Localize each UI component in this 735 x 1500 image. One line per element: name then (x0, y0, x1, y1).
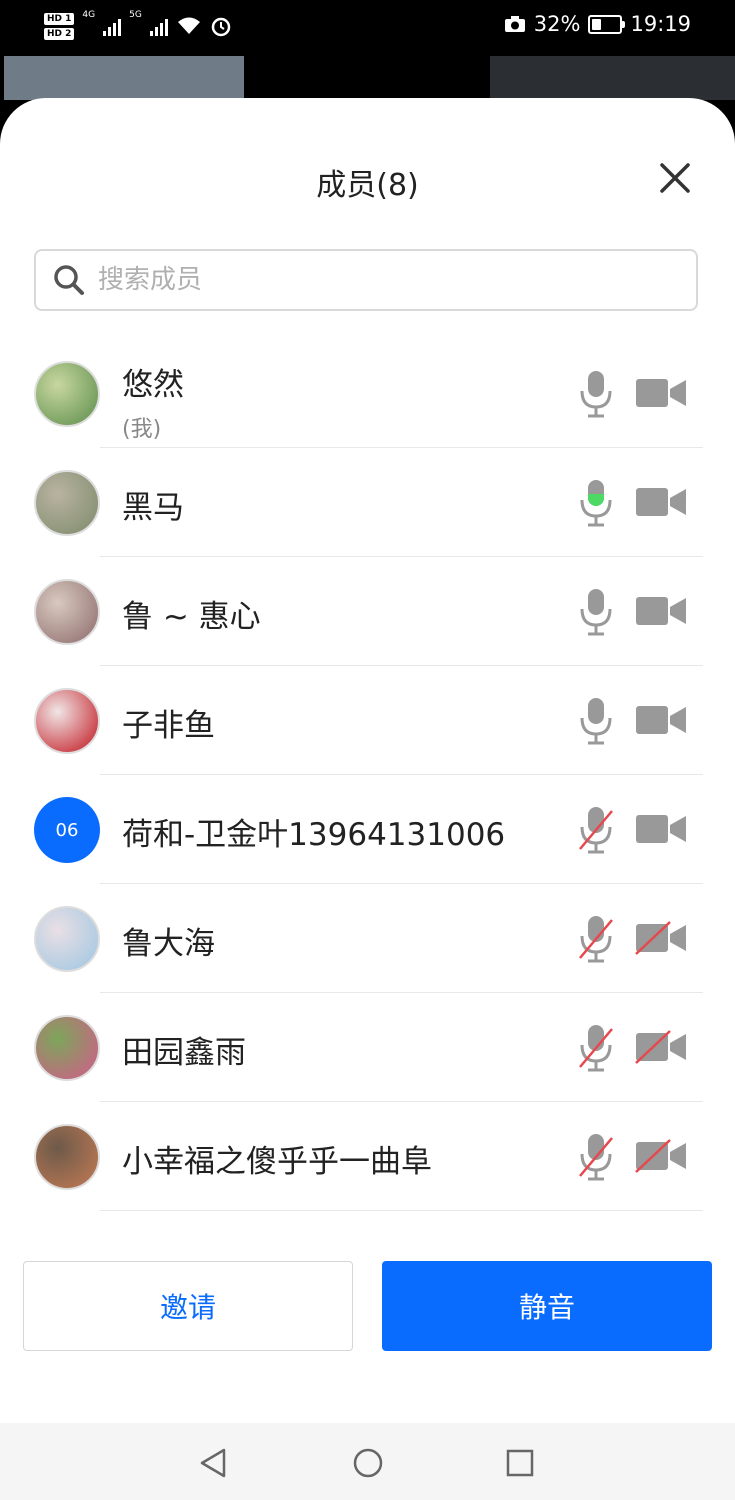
microphone-muted-icon[interactable] (576, 914, 616, 964)
avatar: 06 (34, 797, 100, 863)
video-camera-icon[interactable] (634, 484, 688, 520)
member-name: 黑马 (122, 490, 184, 526)
microphone-icon[interactable] (576, 478, 616, 528)
network-1-label: 4G (82, 10, 96, 20)
member-name: 田园鑫雨 (122, 1035, 246, 1071)
member-name: 鲁 ~ 惠心 (122, 599, 261, 635)
video-camera-off-icon[interactable] (634, 920, 688, 956)
signal-2-icon (149, 16, 168, 36)
back-triangle-icon[interactable] (196, 1445, 232, 1481)
wifi-icon (177, 17, 200, 34)
status-bar: HD 1 HD 2 4G 5G 32% 19:19 (0, 0, 735, 56)
mute-all-button[interactable]: 静音 (382, 1261, 712, 1351)
microphone-muted-icon[interactable] (576, 1132, 616, 1182)
video-camera-icon[interactable] (634, 702, 688, 738)
video-camera-off-icon[interactable] (634, 1138, 688, 1174)
member-name: 小幸福之傻乎乎一曲阜 (122, 1144, 432, 1180)
member-name: 子非鱼 (122, 708, 215, 744)
close-button[interactable] (655, 158, 695, 198)
member-row[interactable]: 小幸福之傻乎乎一曲阜 (0, 1102, 735, 1211)
self-label: (我) (122, 417, 162, 442)
status-right: 32% 19:19 (504, 10, 691, 38)
member-name: 荷和-卫金叶13964131006 (122, 817, 506, 853)
video-camera-off-icon[interactable] (634, 1029, 688, 1065)
hd-badges: HD 1 HD 2 (44, 12, 75, 40)
member-row[interactable]: 黑马 (0, 448, 735, 557)
avatar (34, 470, 100, 536)
home-circle-icon[interactable] (350, 1445, 386, 1481)
video-camera-icon[interactable] (634, 811, 688, 847)
signal-1-icon (103, 16, 122, 36)
background-video-right (490, 56, 735, 100)
video-camera-icon[interactable] (634, 593, 688, 629)
microphone-icon[interactable] (576, 587, 616, 637)
microphone-icon[interactable] (576, 696, 616, 746)
microphone-muted-icon[interactable] (576, 1023, 616, 1073)
video-camera-icon[interactable] (634, 375, 688, 411)
member-row[interactable]: 田园鑫雨 (0, 993, 735, 1102)
members-panel: 成员(8) 悠然 (我) 黑马鲁 ~ 惠心子非鱼 06 荷和-卫金叶1396413100… (0, 98, 735, 1423)
battery-fill (592, 18, 601, 30)
navigation-bar (0, 1423, 735, 1500)
avatar (34, 906, 100, 972)
battery-percent: 32% (533, 12, 581, 36)
avatar (34, 361, 100, 427)
hd1-badge: HD 1 (44, 12, 75, 25)
search-box[interactable] (34, 249, 698, 311)
battery-icon (588, 14, 626, 34)
member-list: 悠然 (我) 黑马鲁 ~ 惠心 子非鱼 06 荷和-卫金叶13964131006 鲁大海田园… (0, 339, 735, 1211)
avatar (34, 688, 100, 754)
network-2-label: 5G (129, 10, 142, 20)
invite-button[interactable]: 邀请 (23, 1261, 353, 1351)
panel-title: 成员(8) (316, 168, 419, 203)
close-icon (660, 163, 690, 193)
recent-square-icon[interactable] (502, 1445, 538, 1481)
member-row[interactable]: 悠然 (我) (0, 339, 735, 448)
alarm-icon (211, 17, 231, 37)
clock: 19:19 (630, 12, 691, 36)
member-name: 鲁大海 (122, 926, 215, 962)
background-video-left (4, 56, 244, 100)
microphone-muted-icon[interactable] (576, 805, 616, 855)
status-left: HD 1 HD 2 4G 5G (44, 6, 232, 46)
avatar (34, 1124, 100, 1190)
search-icon (54, 265, 84, 295)
member-name: 悠然 (122, 367, 184, 403)
avatar (34, 579, 100, 645)
microphone-icon[interactable] (576, 369, 616, 419)
member-row[interactable]: 06 荷和-卫金叶13964131006 (0, 775, 735, 884)
member-row[interactable]: 鲁大海 (0, 884, 735, 993)
camera-status-icon (504, 16, 525, 32)
member-row[interactable]: 子非鱼 (0, 666, 735, 775)
search-input[interactable] (96, 264, 660, 296)
hd2-badge: HD 2 (44, 27, 75, 40)
member-row[interactable]: 鲁 ~ 惠心 (0, 557, 735, 666)
avatar (34, 1015, 100, 1081)
